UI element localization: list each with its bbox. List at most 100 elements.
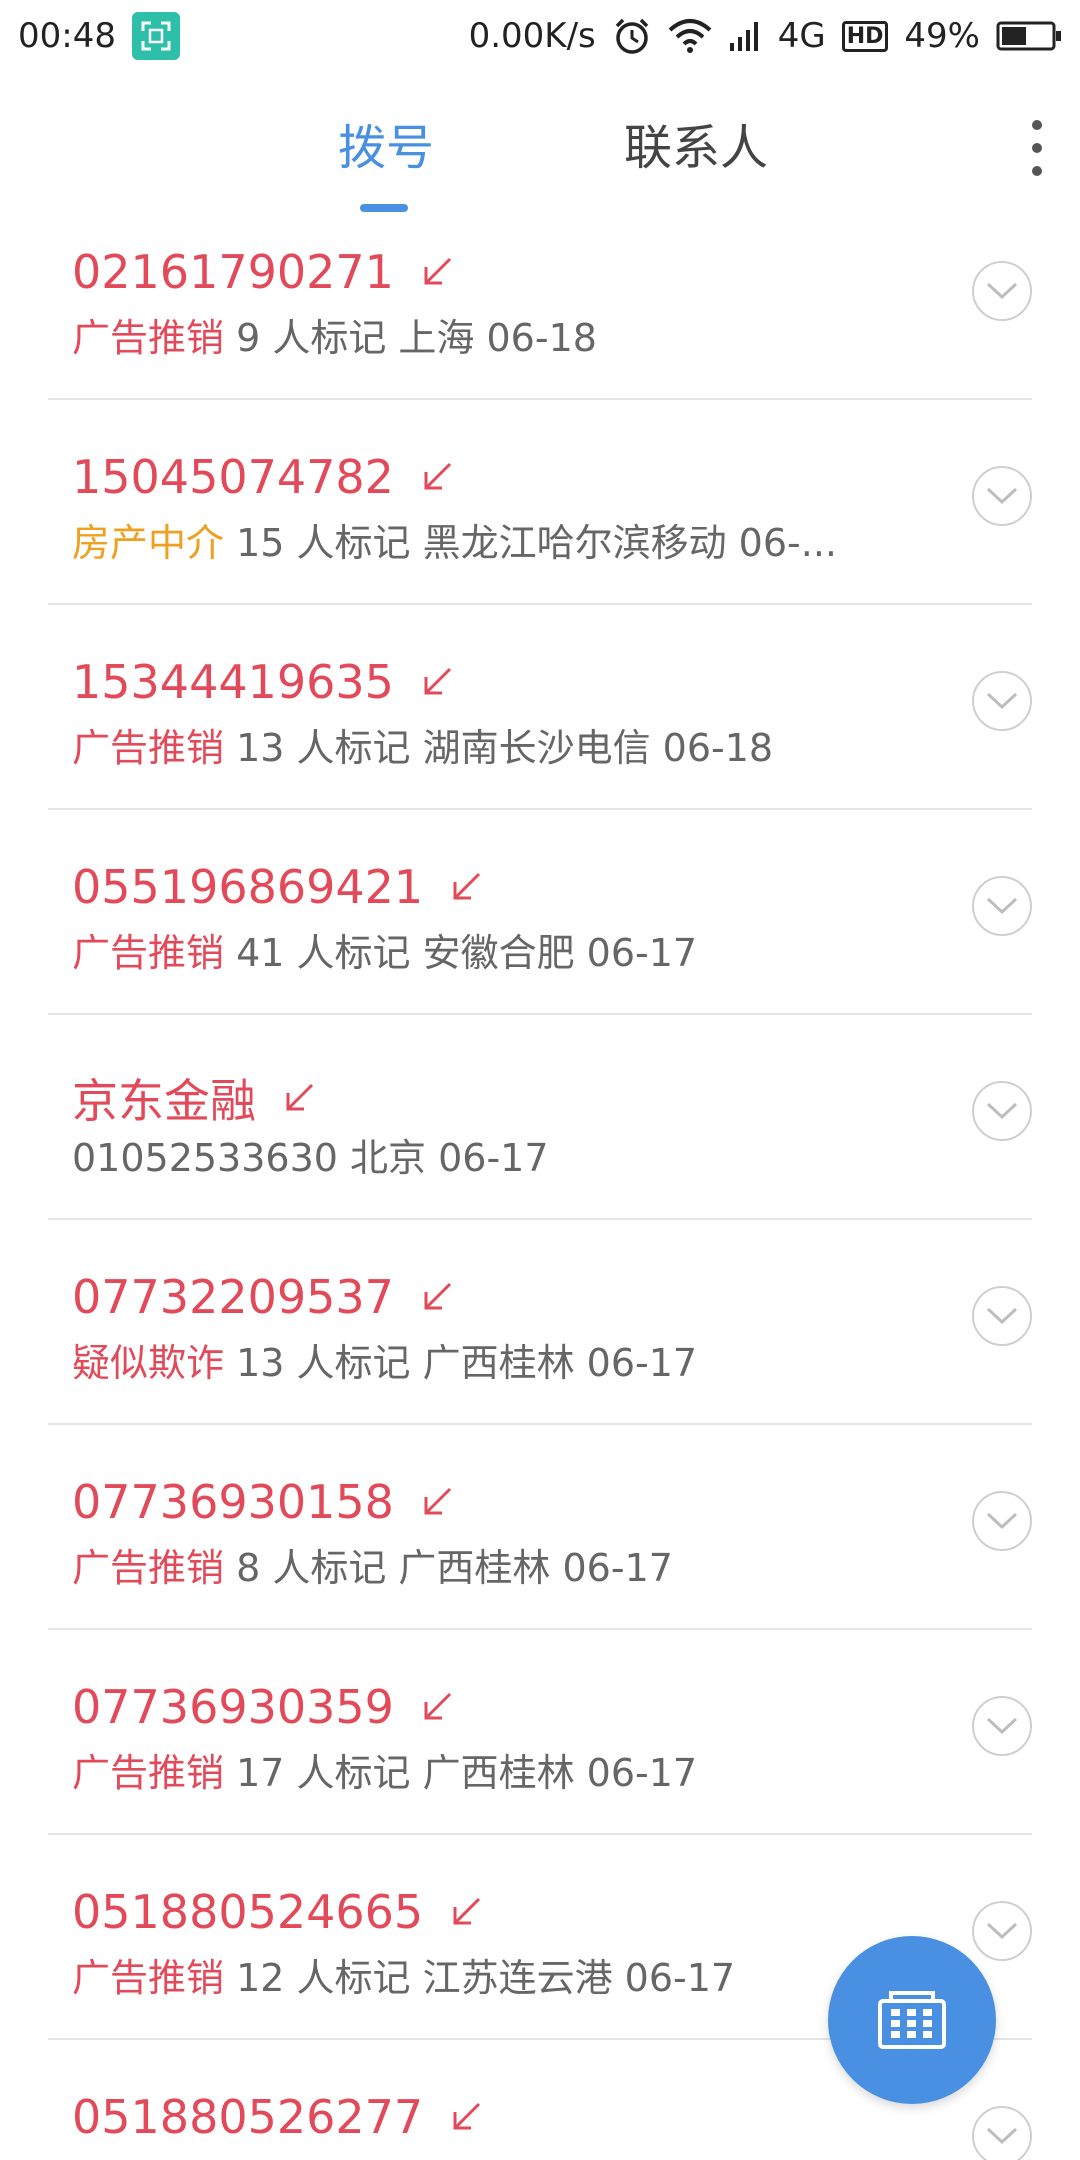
dot-icon: [1032, 120, 1042, 130]
battery-icon: [996, 20, 1062, 52]
caller-number: 07732209537: [72, 1270, 394, 1324]
call-line-1: 07732209537: [72, 1270, 454, 1324]
caller-number: 051880526277: [72, 2090, 424, 2144]
call-line-2: 广告推销 12 人标记 江苏连云港 06-17: [72, 1947, 735, 2002]
call-detail-button[interactable]: [972, 1491, 1032, 1551]
network-speed: 0.00K/s: [468, 16, 596, 56]
tab-dialer[interactable]: 拨号: [338, 108, 434, 178]
call-line-2: 疑似欺诈 13 人标记 广西桂林 06-17: [72, 1332, 697, 1387]
status-time: 00:48: [18, 16, 116, 56]
call-line-1: 15045074782: [72, 450, 454, 504]
screenshot-icon: [131, 12, 180, 60]
call-line-2: 广告推销 8 人标记 广西桂林 06-17: [72, 1537, 673, 1592]
chevron-down-icon: [986, 2127, 1018, 2145]
call-line-2: 广告推销 41 人标记 安徽合肥 06-17: [72, 922, 697, 977]
call-log-item[interactable]: 055196869421 广告推销 41 人标记 安徽合肥 06-17: [0, 810, 1080, 1015]
call-line-1: 07736930359: [72, 1680, 454, 1734]
call-log-item[interactable]: 京东金融 01052533630 北京 06-17: [0, 1015, 1080, 1220]
chevron-down-icon: [986, 1307, 1018, 1325]
call-detail-button[interactable]: [972, 466, 1032, 526]
call-line-2: 广告推销 13 人标记 湖南长沙电信 06-18: [72, 717, 773, 772]
missed-call-arrow-icon: [420, 1485, 454, 1519]
chevron-down-icon: [986, 1512, 1018, 1530]
overflow-menu-button[interactable]: [1022, 120, 1052, 176]
spam-tag: 广告推销: [72, 1956, 225, 2000]
call-info: 12 人标记 江苏连云港 06-17: [224, 1956, 736, 2000]
call-info: 9 人标记 上海 06-18: [224, 316, 597, 360]
missed-call-arrow-icon: [420, 460, 454, 494]
missed-call-arrow-icon: [449, 1895, 483, 1929]
chevron-down-icon: [986, 692, 1018, 710]
call-line-1: 055196869421: [72, 860, 483, 914]
call-detail-button[interactable]: [972, 261, 1032, 321]
call-line-2: 01052533630 北京 06-17: [72, 1127, 549, 1182]
chevron-down-icon: [986, 1717, 1018, 1735]
call-line-1: 051880526277: [72, 2090, 483, 2144]
call-info: 8 人标记 广西桂林 06-17: [224, 1546, 673, 1590]
spam-tag: 广告推销: [72, 931, 225, 975]
caller-number: 055196869421: [72, 860, 424, 914]
tab-contacts[interactable]: 联系人: [624, 108, 768, 178]
call-detail-button[interactable]: [972, 876, 1032, 936]
missed-call-arrow-icon: [420, 1280, 454, 1314]
call-line-2: 广告推销 9 人标记 上海 06-18: [72, 307, 597, 362]
call-line-1: 051880524665: [72, 1885, 483, 1939]
call-info: 13 人标记 湖南长沙电信 06-18: [224, 726, 774, 770]
call-detail-button[interactable]: [972, 2106, 1032, 2160]
spam-tag: 广告推销: [72, 316, 225, 360]
missed-call-arrow-icon: [449, 870, 483, 904]
call-log-item[interactable]: 07732209537 疑似欺诈 13 人标记 广西桂林 06-17: [0, 1220, 1080, 1425]
call-detail-button[interactable]: [972, 1696, 1032, 1756]
missed-call-arrow-icon: [420, 1690, 454, 1724]
call-info: 01052533630 北京 06-17: [72, 1136, 549, 1180]
signal-icon: [728, 19, 762, 53]
dot-icon: [1032, 143, 1042, 153]
dialpad-icon: [878, 1991, 946, 2049]
call-detail-button[interactable]: [972, 1286, 1032, 1346]
call-log-item[interactable]: 15344419635 广告推销 13 人标记 湖南长沙电信 06-18: [0, 605, 1080, 810]
chevron-down-icon: [986, 487, 1018, 505]
caller-number: 02161790271: [72, 245, 394, 299]
caller-number: 07736930158: [72, 1475, 394, 1529]
battery-percent: 49%: [904, 16, 980, 56]
spam-tag: 广告推销: [72, 1546, 225, 1590]
call-log-item[interactable]: 02161790271 广告推销 9 人标记 上海 06-18: [0, 195, 1080, 400]
missed-call-arrow-icon: [420, 665, 454, 699]
call-line-2: 房产中介 15 人标记 黑龙江哈尔滨移动 06-...: [72, 512, 837, 567]
caller-number: 051880524665: [72, 1885, 424, 1939]
chevron-down-icon: [986, 282, 1018, 300]
call-detail-button[interactable]: [972, 1901, 1032, 1961]
call-line-2: 广告推销 17 人标记 广西桂林 06-17: [72, 1742, 697, 1797]
dot-icon: [1032, 166, 1042, 176]
status-right: 0.00K/s 4G HD 49%: [469, 16, 1062, 56]
missed-call-arrow-icon: [449, 2100, 483, 2134]
chevron-down-icon: [986, 1922, 1018, 1940]
call-log-list[interactable]: 02161790271 广告推销 9 人标记 上海 06-18 1504507478…: [0, 195, 1080, 2160]
call-info: 13 人标记 广西桂林 06-17: [224, 1341, 698, 1385]
spam-tag: 房产中介: [72, 521, 225, 565]
chevron-down-icon: [986, 897, 1018, 915]
call-line-1: 02161790271: [72, 245, 454, 299]
call-line-1: 07736930158: [72, 1475, 454, 1529]
call-detail-button[interactable]: [972, 671, 1032, 731]
wifi-icon: [668, 18, 712, 54]
call-info: 17 人标记 广西桂林 06-17: [224, 1751, 698, 1795]
dialpad-button[interactable]: [828, 1936, 996, 2104]
spam-tag: 疑似欺诈: [72, 1341, 225, 1385]
call-info: 15 人标记 黑龙江哈尔滨移动 06-...: [224, 521, 837, 565]
alarm-icon: [612, 16, 652, 56]
spam-tag: 广告推销: [72, 1751, 225, 1795]
call-line-1: 15344419635: [72, 655, 454, 709]
hd-badge: HD: [841, 20, 889, 52]
call-log-item[interactable]: 07736930359 广告推销 17 人标记 广西桂林 06-17: [0, 1630, 1080, 1835]
chevron-down-icon: [986, 1102, 1018, 1120]
call-detail-button[interactable]: [972, 1081, 1032, 1141]
missed-call-arrow-icon: [420, 255, 454, 289]
call-log-item[interactable]: 15045074782 房产中介 15 人标记 黑龙江哈尔滨移动 06-...: [0, 400, 1080, 605]
caller-number: 07736930359: [72, 1680, 394, 1734]
spam-tag: 广告推销: [72, 726, 225, 770]
call-log-item[interactable]: 07736930158 广告推销 8 人标记 广西桂林 06-17: [0, 1425, 1080, 1630]
status-left: 00:48: [18, 12, 180, 60]
status-bar: 00:48 0.00K/s 4G HD 49%: [0, 0, 1080, 72]
caller-number: 15045074782: [72, 450, 394, 504]
